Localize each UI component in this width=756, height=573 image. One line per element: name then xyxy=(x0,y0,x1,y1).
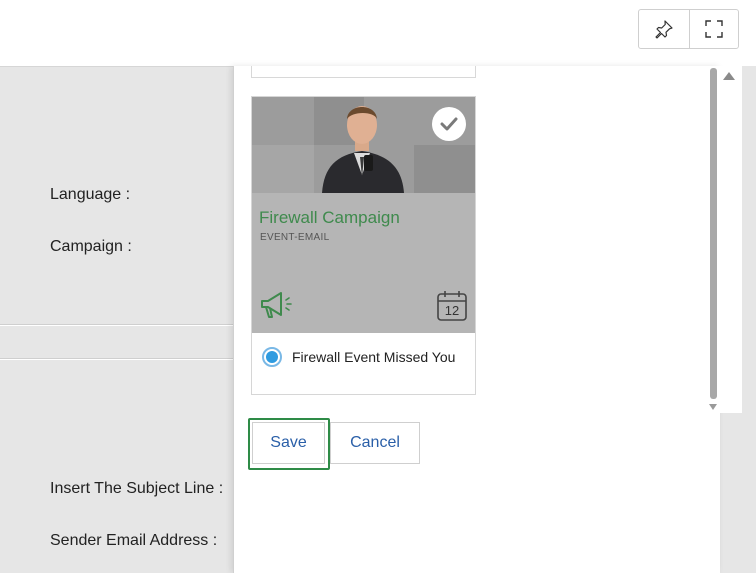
scroll-down-arrow[interactable] xyxy=(709,404,717,410)
checkmark-icon xyxy=(440,117,458,131)
fullscreen-button[interactable] xyxy=(688,10,739,48)
template-option-label: Firewall Event Missed You xyxy=(292,349,456,365)
campaign-thumbnail xyxy=(252,97,475,193)
selected-check-badge xyxy=(432,107,466,141)
campaign-title: Firewall Campaign xyxy=(259,208,400,227)
top-bar xyxy=(0,0,756,66)
megaphone-icon xyxy=(261,292,292,318)
template-option[interactable]: Firewall Event Missed You xyxy=(262,347,455,367)
campaign-card[interactable]: Firewall Campaign EVENT-EMAIL 12 Firewal… xyxy=(251,96,476,395)
calendar-icon: 12 xyxy=(436,290,468,322)
template-radio[interactable] xyxy=(262,347,282,367)
drawer-scrollbar-thumb[interactable] xyxy=(710,68,717,399)
campaign-label: Campaign : xyxy=(50,238,132,255)
sender-email-label: Sender Email Address : xyxy=(50,532,218,549)
save-button[interactable]: Save xyxy=(252,422,325,464)
language-label: Language : xyxy=(50,186,131,203)
window-tools xyxy=(638,9,739,49)
drawer-scroll-track[interactable] xyxy=(720,66,742,413)
cancel-button[interactable]: Cancel xyxy=(330,422,420,464)
scroll-up-arrow[interactable] xyxy=(723,72,735,80)
pin-icon xyxy=(655,20,673,39)
calendar-day: 12 xyxy=(444,303,460,318)
pin-button[interactable] xyxy=(639,10,689,48)
previous-card-edge xyxy=(251,66,476,78)
card-overlay: Firewall Campaign EVENT-EMAIL 12 xyxy=(252,97,475,333)
page-edge xyxy=(742,66,756,573)
fullscreen-icon xyxy=(705,20,723,38)
campaign-type: EVENT-EMAIL xyxy=(260,232,330,243)
subject-line-label: Insert The Subject Line : xyxy=(50,480,224,497)
